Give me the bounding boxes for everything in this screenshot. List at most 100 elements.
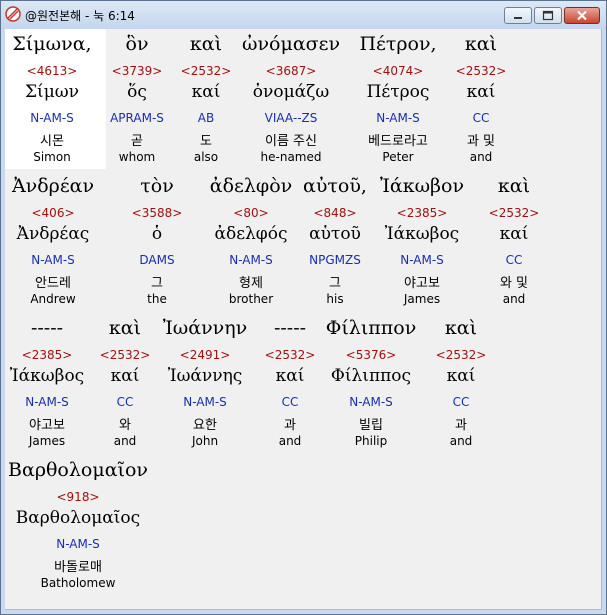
word-korean: 과 및	[466, 134, 496, 149]
word-korean: 시몬	[40, 134, 64, 149]
word-english: James	[403, 292, 441, 306]
word-greek[interactable]: Φίλιππον	[326, 317, 416, 339]
word-english: the	[147, 292, 167, 306]
word-english: Peter	[382, 150, 414, 164]
maximize-icon	[542, 10, 554, 21]
word-greek[interactable]: καὶ	[109, 317, 141, 339]
word-greek[interactable]: Σίμωνα,	[12, 33, 91, 55]
word-english: John	[191, 434, 219, 448]
word-parse: N-AM-S	[376, 111, 420, 125]
word-greek[interactable]: ἀδελφὸν	[210, 175, 292, 197]
word-lemma: Φίλιππος	[330, 366, 412, 386]
word-english: he-named	[260, 150, 322, 164]
word-strong[interactable]: <2491>	[180, 348, 231, 362]
word-strong[interactable]: <2385>	[22, 348, 73, 362]
word-greek[interactable]: καὶ	[498, 175, 530, 197]
word-parse: N-AM-S	[56, 537, 100, 551]
word-strong[interactable]: <2532>	[436, 348, 487, 362]
maximize-button[interactable]	[534, 7, 562, 24]
word-strong[interactable]: <2532>	[181, 64, 232, 78]
window-title: @원전본해 - 눅 6:14	[25, 9, 135, 23]
word-strong[interactable]: <848>	[313, 206, 356, 220]
word-lemma: καί	[466, 82, 496, 102]
word-strong[interactable]: <3588>	[132, 206, 183, 220]
word-english: Batholomew	[40, 576, 116, 590]
word-english: and	[449, 434, 473, 448]
word-parse: AB	[197, 111, 215, 125]
word-strong[interactable]: <406>	[31, 206, 74, 220]
word-parse: CC	[472, 111, 490, 125]
word-lemma: καί	[191, 82, 221, 102]
word-strong[interactable]: <80>	[233, 206, 268, 220]
word-strong[interactable]: <2532>	[265, 348, 316, 362]
word-korean: 그	[151, 276, 163, 291]
word-korean: 바돌로매	[54, 560, 102, 575]
word-parse: N-AM-S	[400, 253, 444, 267]
word-english: his	[326, 292, 344, 306]
word-lemma: καί	[446, 366, 476, 386]
word-korean: 그	[329, 276, 341, 291]
word-greek[interactable]: καὶ	[465, 33, 497, 55]
word-greek[interactable]: ὃν	[126, 33, 149, 55]
word-english: Philip	[354, 434, 388, 448]
app-icon	[5, 6, 21, 22]
word-english: James	[28, 434, 66, 448]
word-lemma: ὁ	[151, 224, 163, 244]
word-lemma: Ἰάκωβος	[384, 224, 460, 244]
word-parse: CC	[505, 253, 523, 267]
title-bar[interactable]: @원전본해 - 눅 6:14	[1, 1, 606, 29]
word-lemma: ἀδελφός	[214, 224, 288, 244]
word-lemma: Ἰωάννης	[167, 366, 243, 386]
word-english: and	[502, 292, 526, 306]
word-strong[interactable]: <3687>	[266, 64, 317, 78]
word-strong[interactable]: <4613>	[27, 64, 78, 78]
word-korean: 야고보	[404, 276, 440, 291]
word-parse: VIAA--ZS	[264, 111, 318, 125]
word-greek[interactable]: αὐτοῦ,	[303, 175, 367, 197]
word-parse: NPGMZS	[309, 253, 361, 267]
word-greek[interactable]: -----	[31, 317, 63, 339]
word-strong[interactable]: <2385>	[397, 206, 448, 220]
word-greek[interactable]: καὶ	[190, 33, 222, 55]
word-greek[interactable]: Βαρθολομαῖον	[8, 459, 148, 481]
word-parse: N-AM-S	[229, 253, 273, 267]
minimize-icon	[514, 17, 522, 19]
word-greek[interactable]: Πέτρον,	[359, 33, 436, 55]
word-lemma: καί	[110, 366, 140, 386]
word-korean: 와 및	[499, 276, 529, 291]
word-korean: 형제	[239, 276, 263, 291]
word-greek[interactable]: Ἀνδρέαν	[12, 175, 94, 197]
word-korean: 도	[200, 134, 212, 149]
word-lemma: Ἰάκωβος	[9, 366, 85, 386]
word-strong[interactable]: <918>	[56, 490, 99, 504]
word-greek[interactable]: καὶ	[445, 317, 477, 339]
word-strong[interactable]: <3739>	[112, 64, 163, 78]
word-greek[interactable]: τὸν	[140, 175, 174, 197]
word-greek[interactable]: ὠνόμασεν	[242, 33, 340, 55]
minimize-button[interactable]	[504, 7, 532, 24]
word-korean: 빌립	[359, 418, 383, 433]
word-english: and	[278, 434, 302, 448]
word-korean: 곧	[131, 134, 143, 149]
word-parse: DAMS	[139, 253, 175, 267]
word-greek[interactable]: Ἰάκωβον	[380, 175, 464, 197]
word-english: whom	[118, 150, 156, 164]
word-korean: 이름 주신	[265, 134, 317, 149]
word-korean: 과	[284, 418, 296, 433]
word-parse: N-AM-S	[31, 253, 75, 267]
word-greek[interactable]: -----	[274, 317, 306, 339]
word-parse: CC	[452, 395, 470, 409]
word-greek[interactable]: Ἰωάννην	[163, 317, 247, 339]
word-parse: APRAM-S	[110, 111, 164, 125]
word-lemma: Πέτρος	[366, 82, 430, 102]
word-parse: N-AM-S	[183, 395, 227, 409]
close-button[interactable]	[564, 7, 600, 24]
word-english: Andrew	[30, 292, 76, 306]
word-korean: 베드로라고	[368, 134, 428, 149]
word-strong[interactable]: <2532>	[100, 348, 151, 362]
word-strong[interactable]: <4074>	[373, 64, 424, 78]
word-strong[interactable]: <2532>	[489, 206, 540, 220]
word-strong[interactable]: <2532>	[456, 64, 507, 78]
word-korean: 안드레	[35, 276, 71, 291]
word-strong[interactable]: <5376>	[346, 348, 397, 362]
